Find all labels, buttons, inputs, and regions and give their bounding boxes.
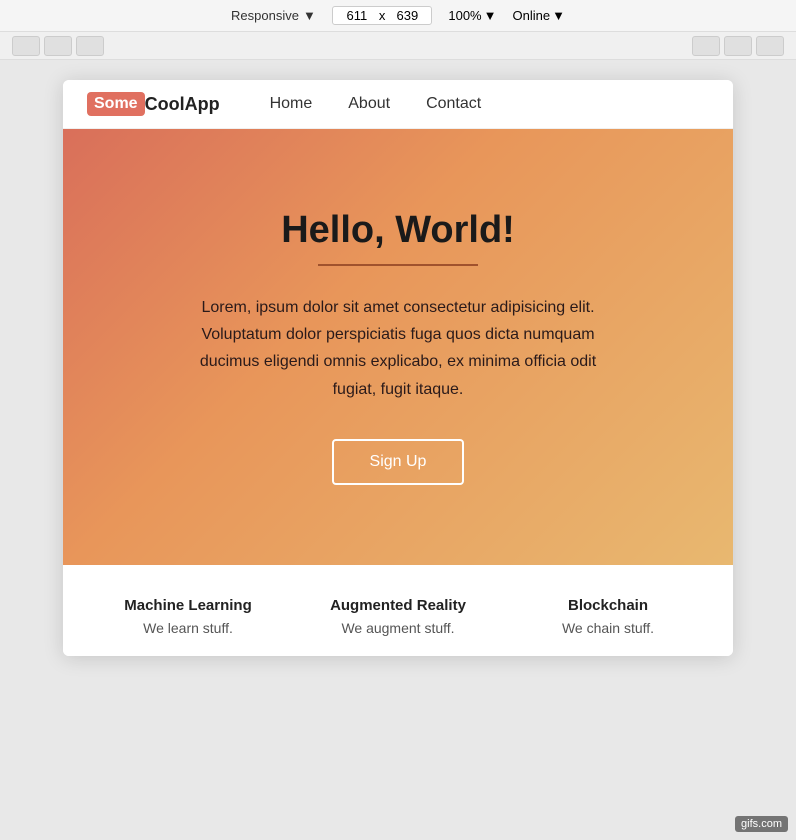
dimensions-input[interactable]: x	[332, 6, 433, 25]
brand-rest-text: CoolApp	[145, 94, 220, 115]
secondary-toolbar	[0, 32, 796, 60]
toolbar-btn-2[interactable]	[44, 36, 72, 56]
hero-title: Hello, World!	[103, 209, 693, 252]
feature-bc-title: Blockchain	[519, 597, 697, 614]
zoom-chevron-icon: ▼	[484, 8, 497, 23]
nav-link-home[interactable]: Home	[270, 95, 313, 113]
main-area: SomeCoolApp Home About Contact Hello, Wo…	[0, 60, 796, 676]
zoom-selector[interactable]: 100% ▼	[448, 8, 496, 23]
app-preview-window: SomeCoolApp Home About Contact Hello, Wo…	[63, 80, 733, 656]
toolbar-btn-1[interactable]	[12, 36, 40, 56]
hero-signup-button[interactable]: Sign Up	[332, 439, 465, 485]
feature-augmented-reality: Augmented Reality We augment stuff.	[293, 597, 503, 636]
height-input[interactable]	[389, 8, 425, 23]
feature-ar-title: Augmented Reality	[309, 597, 487, 614]
hero-section: Hello, World! Lorem, ipsum dolor sit ame…	[63, 129, 733, 565]
online-selector[interactable]: Online ▼	[512, 8, 564, 23]
feature-ar-desc: We augment stuff.	[309, 620, 487, 636]
feature-ml-desc: We learn stuff.	[99, 620, 277, 636]
zoom-label: 100%	[448, 8, 481, 23]
feature-blockchain: Blockchain We chain stuff.	[503, 597, 713, 636]
nav-links: Home About Contact	[270, 95, 482, 113]
nav-link-about[interactable]: About	[348, 95, 390, 113]
top-toolbar: Responsive ▼ x 100% ▼ Online ▼	[0, 0, 796, 32]
toolbar-btn-4[interactable]	[692, 36, 720, 56]
width-input[interactable]	[339, 8, 375, 23]
online-chevron-icon: ▼	[552, 8, 565, 23]
feature-bc-desc: We chain stuff.	[519, 620, 697, 636]
app-navbar: SomeCoolApp Home About Contact	[63, 80, 733, 129]
hero-body-text: Lorem, ipsum dolor sit amet consectetur …	[188, 294, 608, 403]
page-wrapper: Responsive ▼ x 100% ▼ Online ▼	[0, 0, 796, 676]
toolbar-btn-3[interactable]	[76, 36, 104, 56]
responsive-selector[interactable]: Responsive ▼	[231, 8, 316, 23]
brand-some-text: Some	[87, 92, 145, 116]
responsive-chevron-icon: ▼	[303, 8, 316, 23]
features-section: Machine Learning We learn stuff. Augment…	[63, 565, 733, 656]
responsive-label: Responsive	[231, 8, 299, 23]
toolbar-btn-6[interactable]	[756, 36, 784, 56]
watermark: gifs.com	[735, 816, 788, 832]
online-label: Online	[512, 8, 550, 23]
dimension-separator: x	[379, 8, 386, 23]
toolbar-btn-5[interactable]	[724, 36, 752, 56]
nav-link-contact[interactable]: Contact	[426, 95, 481, 113]
brand-logo: SomeCoolApp	[87, 92, 220, 116]
feature-machine-learning: Machine Learning We learn stuff.	[83, 597, 293, 636]
hero-title-underline	[318, 264, 478, 266]
feature-ml-title: Machine Learning	[99, 597, 277, 614]
